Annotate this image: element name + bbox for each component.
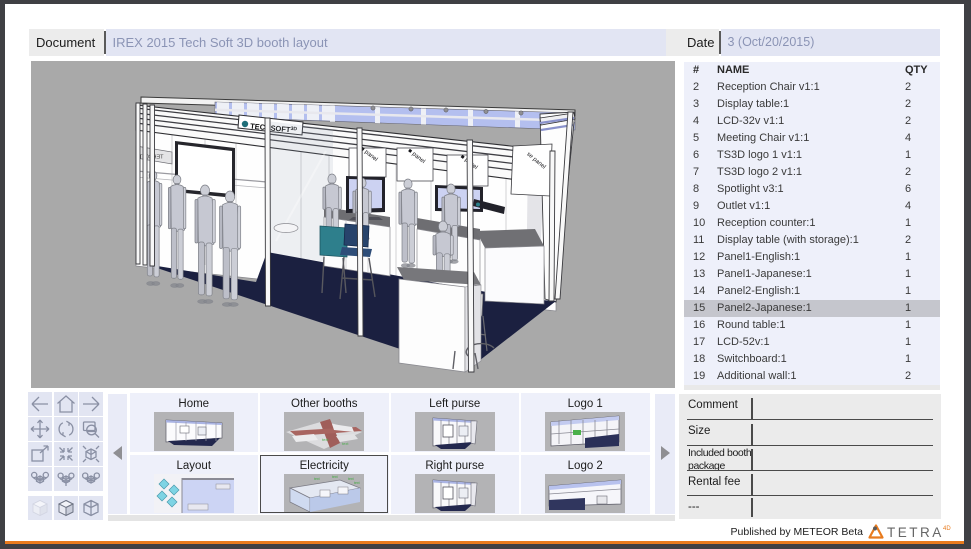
svg-text:4D: 4D	[943, 526, 951, 532]
svg-text:TETRA: TETRA	[887, 525, 944, 540]
svg-text:text: text	[322, 437, 329, 442]
svg-text:text: text	[342, 441, 349, 446]
